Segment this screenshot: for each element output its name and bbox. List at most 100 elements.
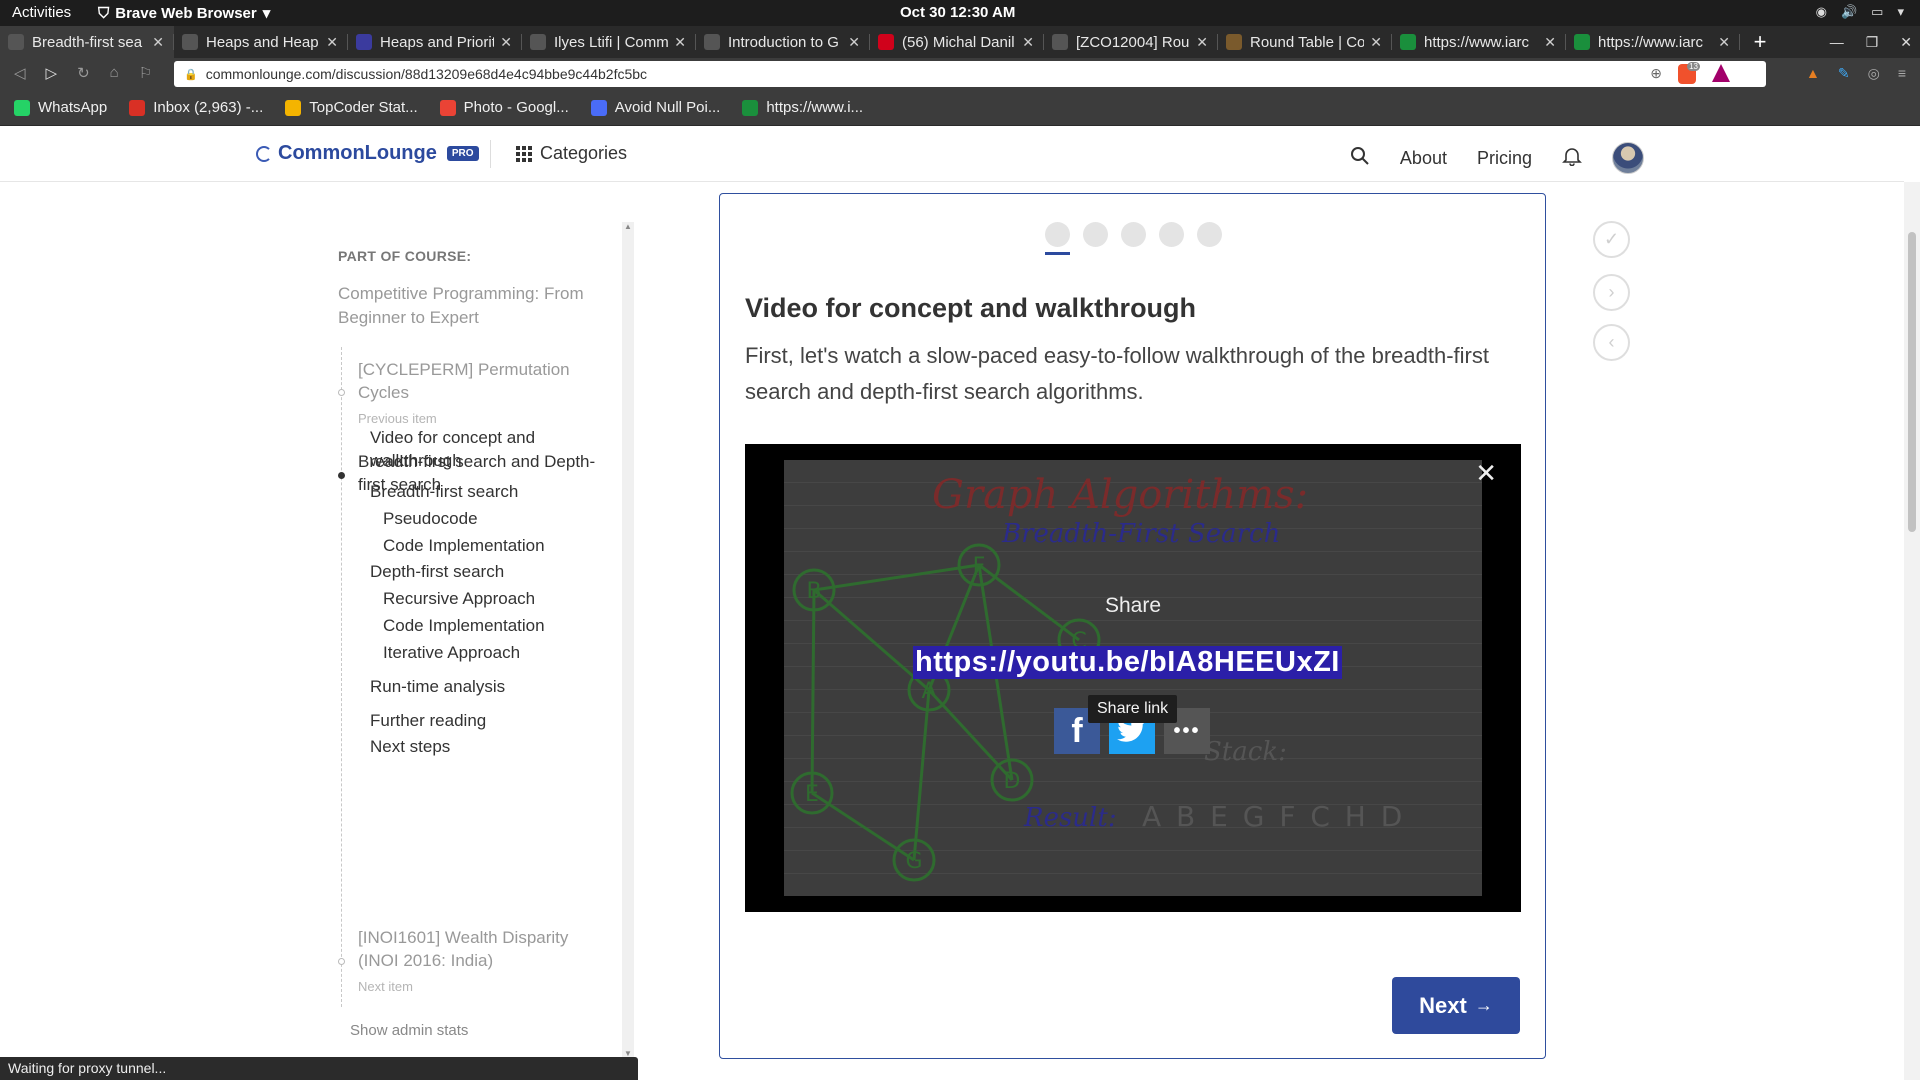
node-label: G [905,849,922,874]
toc-item[interactable]: Iterative Approach [383,641,623,664]
bookmark-item[interactable]: https://www.i... [742,99,863,116]
browser-tab[interactable]: https://www.iarc ✕ [1566,26,1740,58]
close-tab-icon[interactable]: ✕ [1718,34,1730,51]
node-label: F [973,554,986,579]
toc-item[interactable]: Recursive Approach [383,587,623,610]
previous-item[interactable]: [CYCLEPERM] Permutation Cycles Previous … [358,358,608,430]
activities-button[interactable]: Activities [12,4,71,21]
share-link[interactable]: https://youtu.be/bIA8HEEUxZI [913,646,1342,679]
course-title-link[interactable]: Competitive Programming: From Beginner t… [338,282,598,330]
toc-item[interactable]: Video for concept and walkthrough [370,426,610,472]
extension-icon[interactable]: ▲ [1806,65,1820,82]
favicon-icon [1052,34,1068,50]
bookmark-icon[interactable]: ⚐ [139,64,152,82]
browser-tab[interactable]: Breadth-first sea ✕ [0,26,174,58]
close-tab-icon[interactable]: ✕ [326,34,338,51]
minimize-icon[interactable]: — [1830,34,1844,50]
next-button[interactable]: Next → [1392,977,1520,1034]
site-logo[interactable]: CommonLounge PRO [256,142,479,165]
browser-tab[interactable]: Round Table | Co ✕ [1218,26,1392,58]
previous-section-button[interactable]: ‹ [1593,324,1630,361]
progress-dot[interactable] [1197,222,1222,247]
network-icon: ◉ [1815,4,1827,19]
restore-icon[interactable]: ❐ [1866,34,1879,51]
browser-tab[interactable]: Introduction to G ✕ [696,26,870,58]
browser-tab[interactable]: (56) Michal Danil ✕ [870,26,1044,58]
close-tab-icon[interactable]: ✕ [1022,34,1034,51]
sidebar-scrollbar[interactable]: ▲ ▼ [622,222,634,1058]
toc-item[interactable]: Pseudocode [383,507,623,530]
close-window-icon[interactable]: ✕ [1900,34,1912,51]
new-tab-icon[interactable]: + [1740,26,1780,58]
browser-tab[interactable]: https://www.iarc ✕ [1392,26,1566,58]
bookmark-item[interactable]: Photo - Googl... [439,99,569,116]
url-text[interactable]: commonlounge.com/discussion/88d13209e68d… [206,66,647,82]
lock-icon[interactable]: 🔒 [184,68,198,81]
bookmark-item[interactable]: WhatsApp [14,99,107,116]
video-player[interactable]: Graph Algorithms: Breadth-First Search B… [745,444,1521,912]
bookmark-label: https://www.i... [766,99,864,116]
browser-tab[interactable]: Heaps and Priorit ✕ [348,26,522,58]
browser-tab[interactable]: Ilyes Ltifi | Comm ✕ [522,26,696,58]
toc-item[interactable]: Breadth-first search [370,480,610,503]
scrollbar-thumb[interactable] [1908,232,1916,532]
progress-dot[interactable] [1083,222,1108,247]
progress-dot[interactable] [1045,222,1070,247]
avatar[interactable] [1612,142,1644,174]
close-tab-icon[interactable]: ✕ [674,34,686,51]
page-scrollbar[interactable] [1904,182,1920,1080]
mark-complete-button[interactable]: ✓ [1593,221,1630,258]
next-item[interactable]: [INOI1601] Wealth Disparity (INOI 2016: … [358,926,608,998]
bookmark-label: Photo - Googl... [463,99,569,116]
next-label: Next [1419,992,1467,1018]
toc-item[interactable]: Run-time analysis [370,675,610,698]
section-heading: Video for concept and walkthrough [745,293,1197,323]
show-admin-stats-link[interactable]: Show admin stats [350,1022,468,1039]
address-bar[interactable]: 🔒 commonlounge.com/discussion/88d13209e6… [174,61,1766,87]
scroll-up-icon[interactable]: ▲ [624,222,632,231]
progress-dot[interactable] [1121,222,1146,247]
status-bar: Waiting for proxy tunnel... [0,1057,638,1080]
bookmark-item[interactable]: Inbox (2,963) -... [129,99,263,116]
reload-icon[interactable]: ↻ [77,64,90,82]
close-icon[interactable]: ✕ [1475,458,1497,489]
categories-menu[interactable]: Categories [516,143,627,164]
next-item-title: [INOI1601] Wealth Disparity (INOI 2016: … [358,928,569,970]
menu-icon[interactable]: ≡ [1898,65,1906,82]
bookmark-item[interactable]: Avoid Null Poi... [590,99,720,116]
favicon-icon [878,34,894,50]
bookmark-item[interactable]: TopCoder Stat... [285,99,418,116]
browser-tab[interactable]: Heaps and Heap ✕ [174,26,348,58]
next-section-button[interactable]: › [1593,274,1630,311]
pricing-link[interactable]: Pricing [1477,148,1532,169]
pen-extension-icon[interactable]: ✎ [1838,65,1850,82]
browser-tab[interactable]: [ZCO12004] Roun ✕ [1044,26,1218,58]
forward-icon[interactable]: ▷ [46,64,58,82]
close-tab-icon[interactable]: ✕ [152,34,164,51]
about-link[interactable]: About [1400,148,1447,169]
close-tab-icon[interactable]: ✕ [500,34,512,51]
home-icon[interactable]: ⌂ [110,64,119,82]
close-tab-icon[interactable]: ✕ [1370,34,1382,51]
close-tab-icon[interactable]: ✕ [1544,34,1556,51]
toc-item[interactable]: Further reading [370,709,610,732]
brave-rewards-icon[interactable] [1712,64,1730,82]
toc-item[interactable]: Code Implementation [383,534,623,557]
close-tab-icon[interactable]: ✕ [1196,34,1208,51]
share-title: Share [1104,594,1162,617]
toc-item[interactable]: Depth-first search [370,560,610,583]
bell-icon[interactable] [1562,146,1582,171]
brave-shields-icon[interactable]: 13 [1678,62,1700,84]
toc-item[interactable]: Code Implementation [383,614,623,637]
site-header: CommonLounge PRO Categories About Pricin… [0,126,1904,182]
toc-item[interactable]: Next steps [370,735,610,758]
back-icon[interactable]: ◁ [14,64,26,82]
progress-dot[interactable] [1159,222,1184,247]
zoom-icon[interactable]: ⊕ [1650,65,1662,82]
system-tray[interactable]: ◉ 🔊 ▭ ▾ [1816,4,1904,20]
close-tab-icon[interactable]: ✕ [848,34,860,51]
app-menu[interactable]: ⛉ Brave Web Browser ▾ [98,4,270,23]
system-clock[interactable]: Oct 30 12:30 AM [900,4,1015,21]
profile-icon[interactable]: ◎ [1868,65,1880,82]
search-icon[interactable] [1350,146,1370,171]
